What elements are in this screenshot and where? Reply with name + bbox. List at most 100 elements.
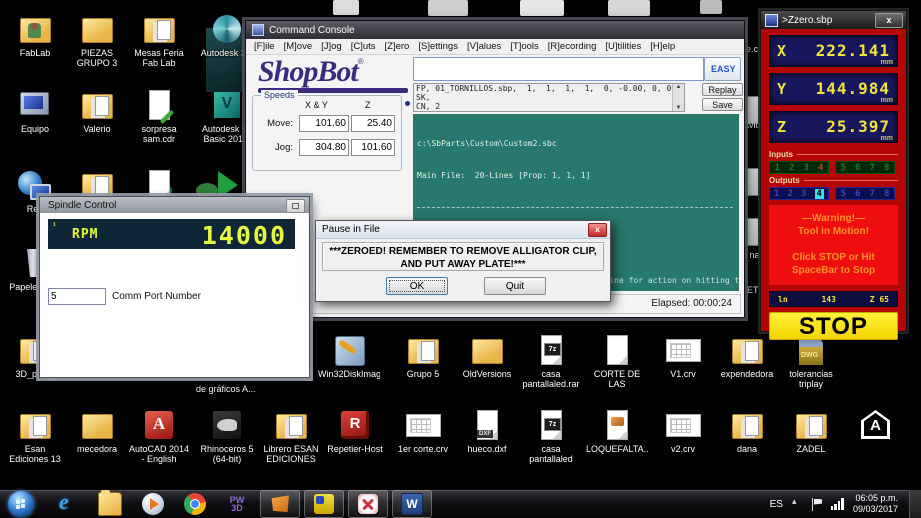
desktop-icon-glyph xyxy=(856,408,894,442)
desktop-icon[interactable]: ZADEL xyxy=(780,408,842,454)
taskbar-button-shopbot[interactable] xyxy=(304,490,344,518)
desktop-icon-glyph xyxy=(468,333,506,367)
menu-item[interactable]: [C]uts xyxy=(351,41,376,52)
desktop-icon[interactable]: LOQUEFALTA.... xyxy=(586,408,648,454)
desktop-icon-glyph xyxy=(78,408,116,442)
desktop-icon[interactable]: Repetier-Host xyxy=(324,408,386,454)
desktop-icon[interactable]: Win32DiskImager xyxy=(318,333,380,379)
quit-button[interactable]: Quit xyxy=(484,277,546,295)
history-scrollbar[interactable] xyxy=(672,84,684,111)
tray-expand-icon[interactable] xyxy=(792,496,802,509)
ok-button[interactable]: OK xyxy=(386,277,448,295)
desktop-icon[interactable] xyxy=(844,408,906,444)
taskbar-button-vcarve[interactable] xyxy=(260,490,300,518)
windows-explorer-icon[interactable] xyxy=(98,490,122,516)
start-button[interactable] xyxy=(8,491,34,517)
action-center-flag-icon[interactable] xyxy=(811,497,822,511)
desktop-icon[interactable]: Rhinoceros 5 (64-bit) xyxy=(196,408,258,464)
desktop: FabLab PIEZAS GRUPO 3 COMEDOR PA... Mesa… xyxy=(0,0,921,518)
taskbar-button-snipping[interactable] xyxy=(348,490,388,518)
menu-item[interactable]: [Z]ero xyxy=(385,41,410,52)
warning-line: —Warning!— xyxy=(802,213,865,224)
move-z-input[interactable] xyxy=(351,115,395,132)
console-menubar: [F]ile [M]ove [J]og [C]uts [Z]ero [S]ettings [… xyxy=(246,39,744,55)
speeds-col-z: Z xyxy=(365,100,371,110)
menu-item[interactable]: [J]og xyxy=(321,41,342,52)
menu-item[interactable]: [S]ettings xyxy=(418,41,458,52)
desktop-icon-glyph xyxy=(728,408,766,442)
language-indicator[interactable]: ES xyxy=(770,499,783,510)
menu-item[interactable]: [R]ecording xyxy=(548,41,597,52)
position-close-icon[interactable]: x xyxy=(875,13,903,28)
desktop-icon[interactable]: Valerio xyxy=(66,88,128,134)
taskbar-button-word[interactable] xyxy=(392,490,432,518)
menu-item[interactable]: [M]ove xyxy=(284,41,313,52)
stop-button[interactable]: STOP xyxy=(769,312,898,340)
menu-item[interactable]: [U]tilities xyxy=(605,41,641,52)
inputs-indicator-1-4: 1234 xyxy=(769,161,829,174)
comm-port-input[interactable] xyxy=(48,288,106,305)
pw3d-app-icon[interactable]: PW 3D xyxy=(226,493,248,515)
menu-item[interactable]: [T]ools xyxy=(510,41,539,52)
menu-item[interactable]: [F]ile xyxy=(254,41,275,52)
desktop-icon[interactable]: v2.crv xyxy=(652,408,714,454)
desktop-icon[interactable]: FabLab xyxy=(4,12,66,58)
input-digit: 7 xyxy=(869,162,875,173)
desktop-icon[interactable]: PIEZAS GRUPO 3 COMEDOR PA... xyxy=(66,12,128,69)
pause-dialog-title: Pause in File xyxy=(322,224,380,235)
scissors-icon xyxy=(358,494,378,514)
desktop-icon[interactable]: Grupo 5 xyxy=(392,333,454,379)
position-title: >Zzero.sbp xyxy=(782,14,833,26)
menu-item[interactable]: [H]elp xyxy=(650,41,675,52)
jog-xy-input[interactable] xyxy=(299,139,349,156)
desktop-icon[interactable]: casa pantallaled (1).rar xyxy=(520,408,582,465)
output-digit: 3 xyxy=(801,188,807,199)
menu-item[interactable]: [V]alues xyxy=(467,41,501,52)
jog-z-input[interactable] xyxy=(351,139,395,156)
spindle-close-button[interactable] xyxy=(286,199,305,213)
blurred-window-remnant xyxy=(520,0,564,16)
clock[interactable]: 06:05 p.m. 09/03/2017 xyxy=(853,493,900,515)
replay-button[interactable]: Replay xyxy=(702,83,743,96)
show-desktop-button[interactable] xyxy=(909,490,921,518)
desktop-icon[interactable]: Esan Ediciones 13 setiembre xyxy=(4,408,66,465)
pause-dialog-close-icon[interactable]: x xyxy=(588,223,607,237)
spindle-titlebar[interactable]: Spindle Control xyxy=(40,197,309,213)
desktop-icon[interactable]: tolerancias triplay 15.5.dwg xyxy=(780,333,842,390)
desktop-icon-glyph xyxy=(78,12,116,46)
desktop-icon-label: LOQUEFALTA.... xyxy=(586,444,648,454)
desktop-icon[interactable]: OldVersions xyxy=(456,333,518,379)
desktop-icon[interactable]: AutoCAD 2014 - English xyxy=(128,408,190,464)
warning-line: Click STOP or Hit xyxy=(792,252,875,263)
desktop-icon[interactable]: CORTE DE LAS CAJASGRUPO7... xyxy=(586,333,648,390)
desktop-icon[interactable]: 1er corte.crv xyxy=(392,408,454,454)
axis-readout: X 222.141 mm xyxy=(769,35,898,67)
network-signal-icon[interactable] xyxy=(830,498,844,510)
desktop-icon[interactable]: casa pantallaled.rar xyxy=(520,333,582,389)
console-title: Command Console xyxy=(269,24,355,36)
desktop-icon-label: OldVersions xyxy=(462,369,512,379)
line-status-display: ln 143 Z 65 xyxy=(769,291,898,307)
desktop-icon[interactable]: dana xyxy=(716,408,778,454)
command-history-list[interactable]: FP, 01_TORNILLOS.sbp, 1, 1, 1, 1, 0, -0.… xyxy=(413,83,685,112)
move-xy-input[interactable] xyxy=(299,115,349,132)
console-titlebar[interactable]: Command Console xyxy=(246,21,744,39)
pause-dialog-titlebar[interactable]: Pause in File xyxy=(316,221,610,239)
desktop-icon[interactable]: sorpresa sam.cdr xyxy=(128,88,190,144)
chrome-icon[interactable] xyxy=(184,493,206,515)
desktop-icon[interactable]: hueco.dxf xyxy=(456,408,518,454)
desktop-icon[interactable]: Mesas Feria Fab Lab xyxy=(128,12,190,68)
desktop-icon[interactable]: Librero ESAN EDICIONES xyxy=(260,408,322,464)
desktop-icon-glyph xyxy=(140,408,178,442)
spindle-title: Spindle Control xyxy=(48,199,117,211)
command-input[interactable] xyxy=(413,57,704,81)
media-player-icon[interactable] xyxy=(142,493,164,515)
save-button[interactable]: Save xyxy=(702,98,743,111)
desktop-icon[interactable]: mecedora xyxy=(66,408,128,454)
desktop-icon[interactable]: Equipo xyxy=(4,88,66,134)
input-digit: 6 xyxy=(855,162,861,173)
desktop-icon[interactable]: V1.crv xyxy=(652,333,714,379)
axis-letter: Z xyxy=(777,118,787,136)
easy-button[interactable]: EASY xyxy=(704,57,741,81)
internet-explorer-icon[interactable] xyxy=(56,489,78,515)
